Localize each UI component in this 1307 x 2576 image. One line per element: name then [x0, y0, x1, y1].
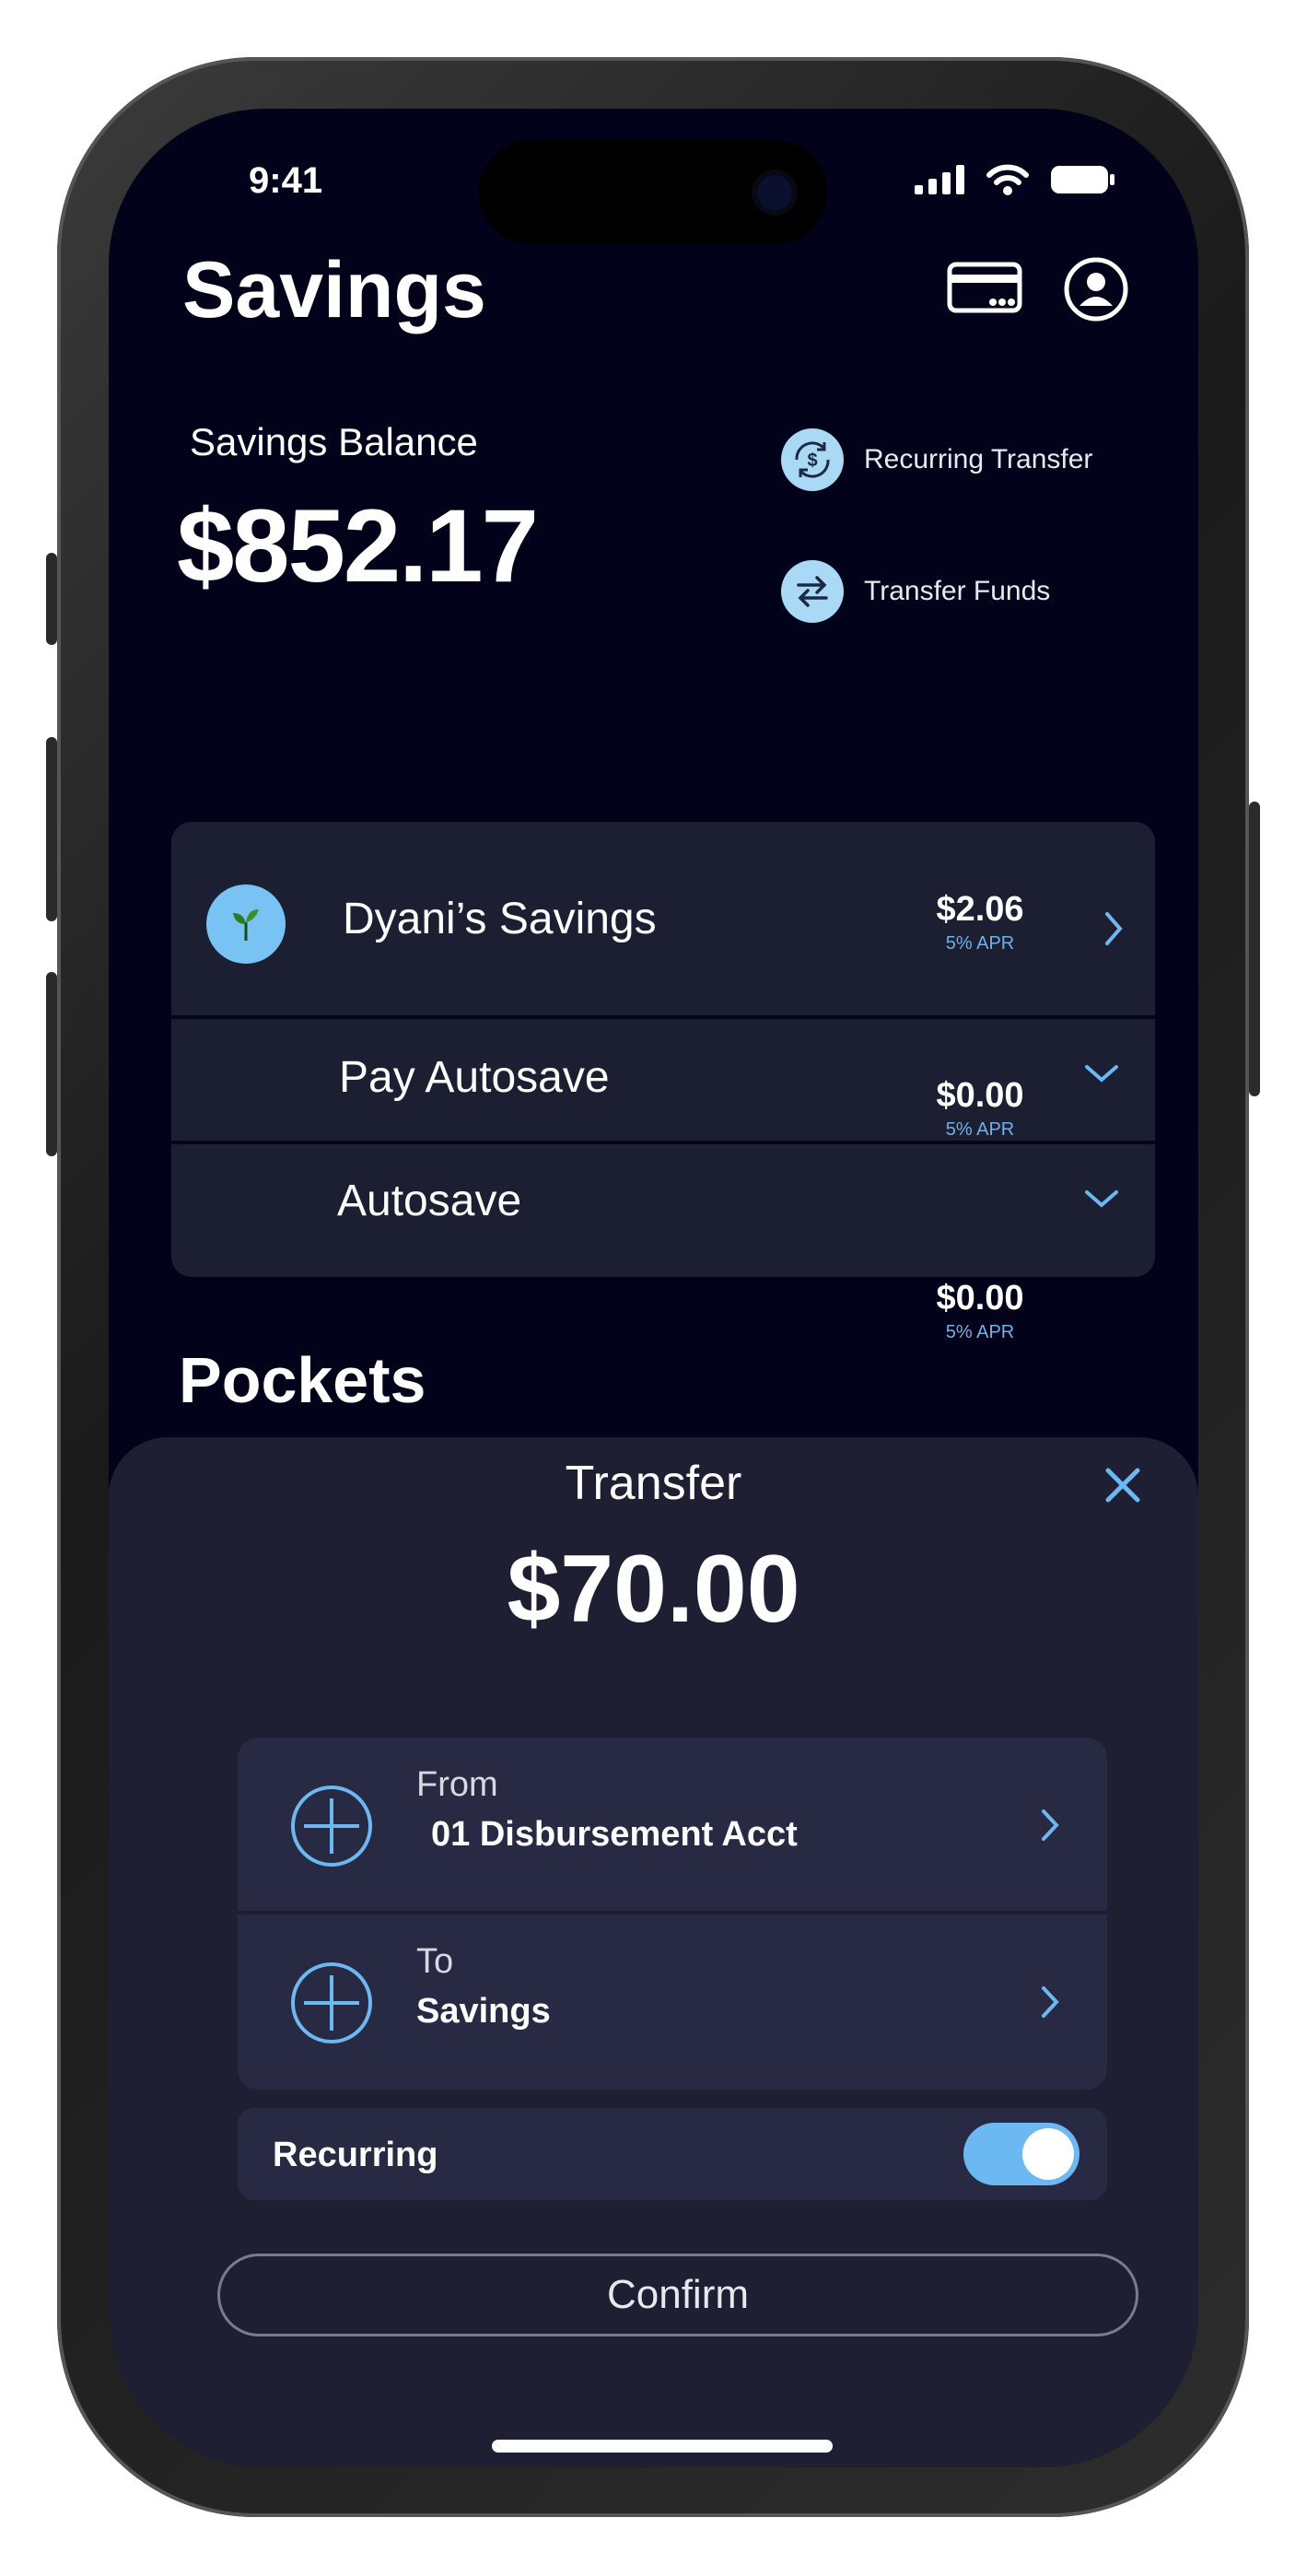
- account-name: Pay Autosave: [339, 1053, 610, 1102]
- chevron-down-icon: [1085, 1065, 1118, 1083]
- side-button: [46, 737, 57, 921]
- account-balance: $2.06: [936, 890, 1024, 929]
- to-value: Savings: [416, 1992, 551, 2031]
- chevron-right-icon: [1042, 1986, 1059, 2018]
- toggle-knob: [1022, 2128, 1074, 2180]
- side-button: [46, 553, 57, 645]
- from-label: From: [416, 1765, 498, 1804]
- account-name: Autosave: [337, 1177, 522, 1225]
- confirm-button[interactable]: Confirm: [217, 2254, 1138, 2336]
- recurring-label: Recurring: [273, 2136, 438, 2174]
- card-icon[interactable]: [947, 262, 1022, 320]
- sheet-title: Transfer: [565, 1457, 742, 1510]
- recurring-toggle[interactable]: [963, 2123, 1079, 2185]
- signal-icon: [915, 165, 964, 194]
- recurring-row: Recurring: [238, 2108, 1107, 2200]
- recurring-dollar-icon: $: [781, 428, 844, 491]
- balance-value: $852.17: [177, 488, 539, 603]
- account-amount: $0.00 5% APR: [916, 1076, 1044, 1141]
- side-button: [46, 972, 57, 1156]
- pockets-heading: Pockets: [179, 1344, 426, 1416]
- account-row-dyanis-savings[interactable]: Dyani’s Savings $2.06 5% APR: [171, 822, 1155, 1019]
- to-account-row[interactable]: To Savings: [238, 1914, 1107, 2090]
- balance-label: Savings Balance: [190, 420, 478, 463]
- profile-icon[interactable]: [1063, 256, 1129, 327]
- account-name: Dyani’s Savings: [343, 895, 657, 943]
- transfer-amount[interactable]: $70.00: [109, 1535, 1198, 1645]
- from-value: 01 Disbursement Acct: [431, 1815, 798, 1854]
- sprout-icon: [206, 884, 286, 964]
- transfer-funds-label: Transfer Funds: [864, 576, 1051, 606]
- account-amount: $2.06 5% APR: [916, 890, 1044, 954]
- account-amount: $0.00 5% APR: [916, 1279, 1044, 1343]
- transfer-funds-button[interactable]: Transfer Funds: [781, 560, 1050, 623]
- dynamic-island: [479, 140, 827, 244]
- wifi-icon: [986, 164, 1029, 195]
- account-apr: 5% APR: [945, 933, 1015, 954]
- home-indicator[interactable]: [492, 2440, 833, 2453]
- recurring-transfer-button[interactable]: $ Recurring Transfer: [781, 428, 1092, 491]
- side-button: [1249, 802, 1260, 1096]
- camera-icon: [757, 175, 792, 210]
- status-icons: [915, 164, 1115, 195]
- account-balance: $0.00: [936, 1076, 1024, 1115]
- plus-icon: [291, 1786, 372, 1867]
- to-label: To: [416, 1942, 454, 1981]
- transfer-arrows-icon: [781, 560, 844, 623]
- account-apr: 5% APR: [945, 1322, 1015, 1342]
- screen: 9:41 Savings Savings Balance $852.17 $ R…: [109, 109, 1198, 2467]
- chevron-right-icon: [1105, 912, 1123, 945]
- status-time: 9:41: [249, 160, 323, 201]
- svg-text:$: $: [807, 451, 817, 471]
- accounts-card: Dyani’s Savings $2.06 5% APR Pay Autosav…: [171, 822, 1155, 1277]
- chevron-down-icon: [1085, 1190, 1118, 1208]
- page-title: Savings: [182, 246, 486, 334]
- chevron-right-icon: [1042, 1809, 1059, 1841]
- account-row-autosave[interactable]: Autosave: [171, 1144, 1155, 1277]
- battery-icon: [1051, 166, 1114, 193]
- plus-icon: [291, 1962, 372, 2043]
- close-icon[interactable]: [1101, 1463, 1145, 1507]
- account-apr: 5% APR: [945, 1119, 1015, 1140]
- recurring-transfer-label: Recurring Transfer: [864, 444, 1093, 474]
- account-balance: $0.00: [936, 1279, 1024, 1317]
- from-account-row[interactable]: From 01 Disbursement Acct: [238, 1738, 1107, 1911]
